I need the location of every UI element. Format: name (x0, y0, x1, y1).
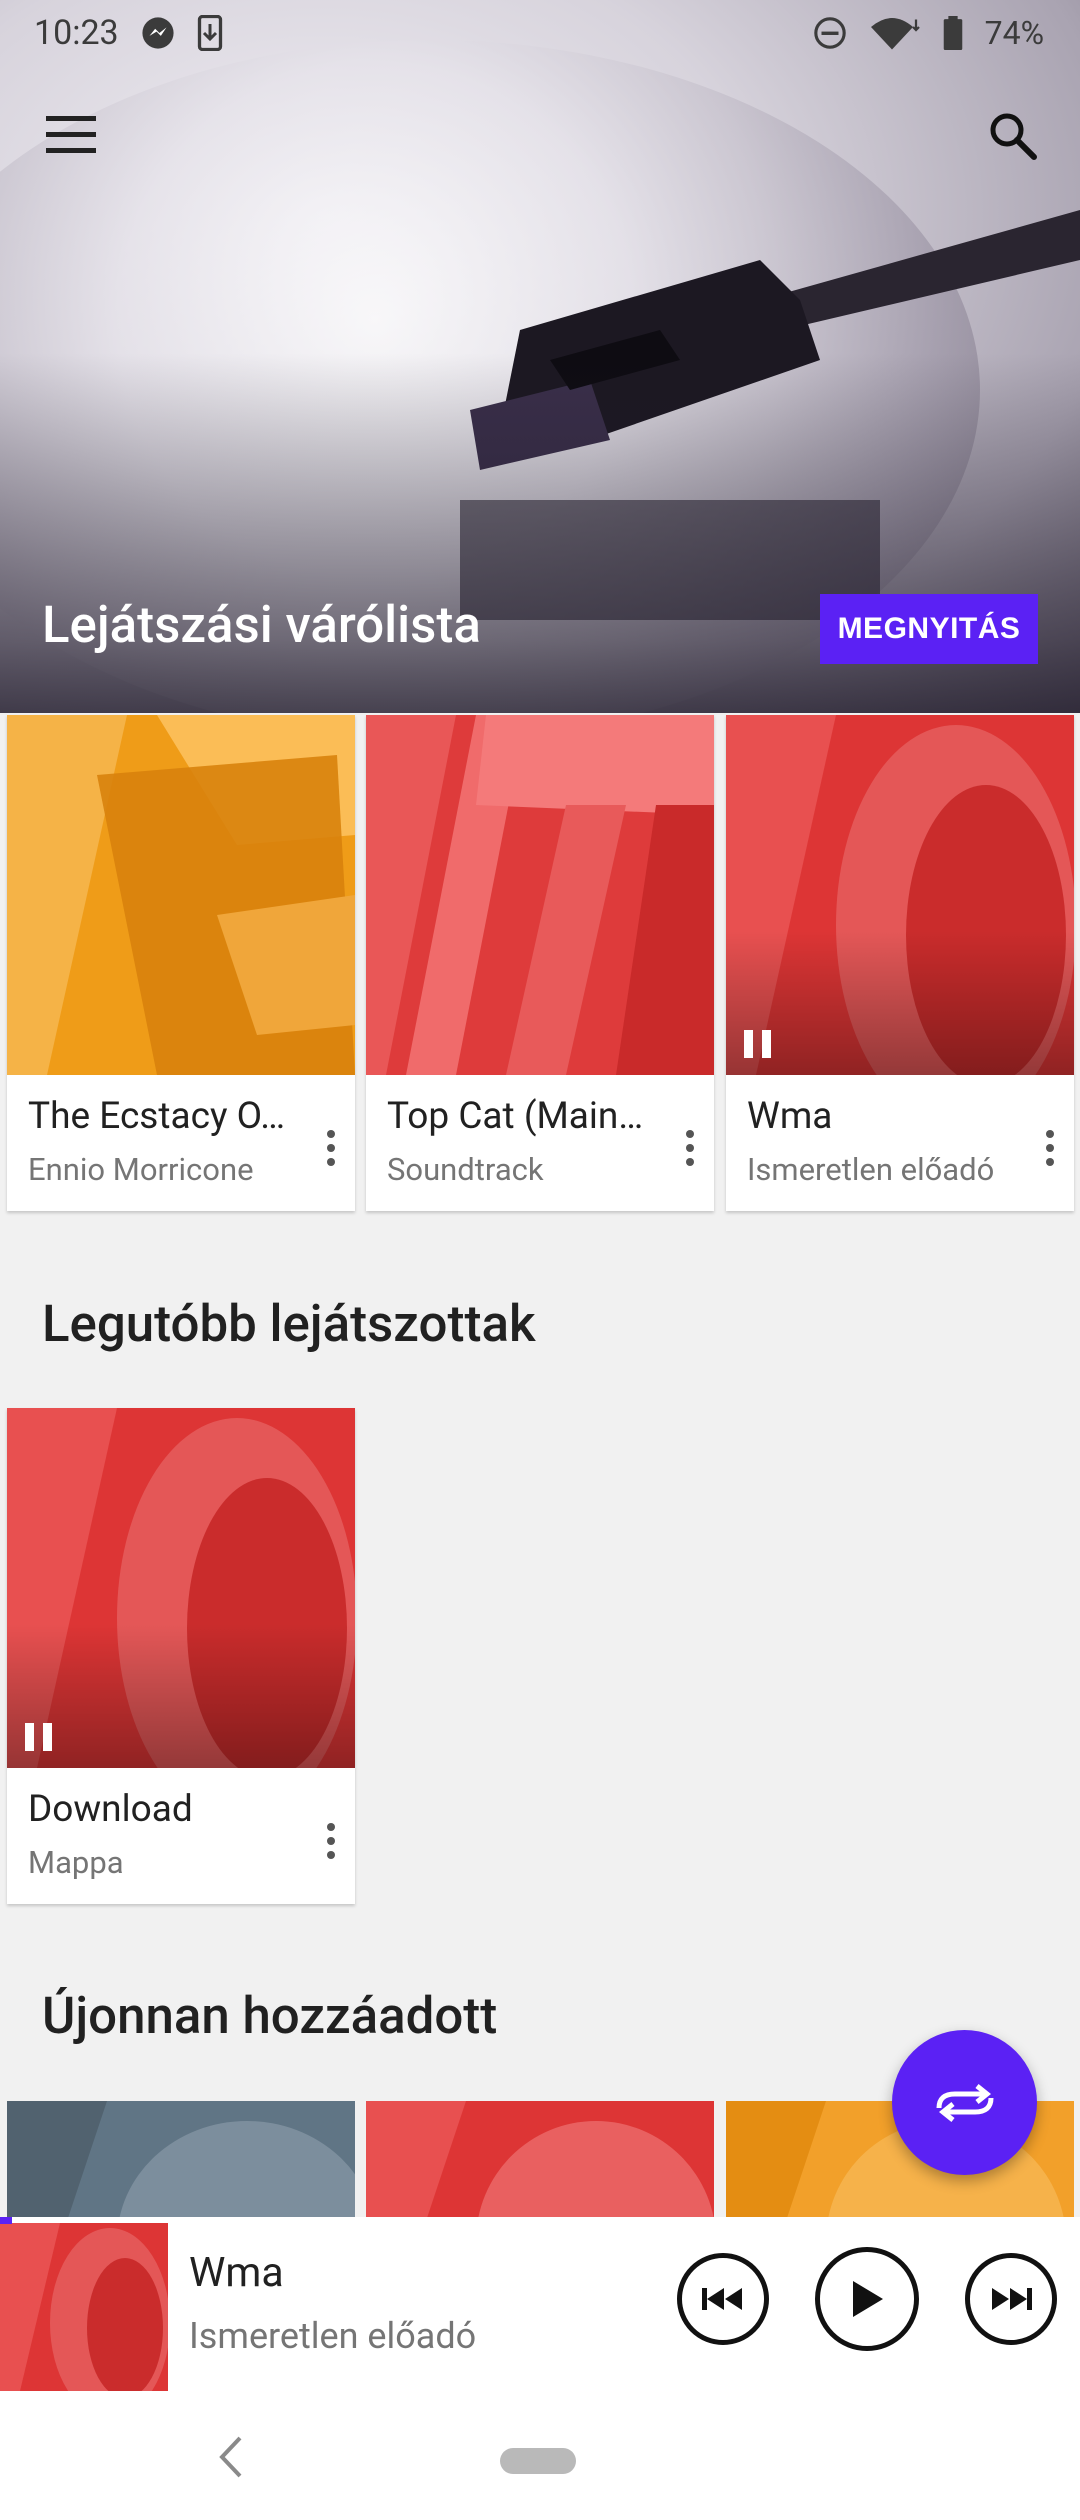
queue-card-1[interactable]: The Ecstacy O… Ennio Morricone (7, 715, 355, 1211)
card-title: Wma (747, 1095, 833, 1138)
battery-level: 74% (984, 14, 1044, 52)
card-subtitle: Ismeretlen előadó (747, 1151, 995, 1188)
pause-icon (744, 1030, 771, 1058)
shuffle-fab[interactable] (892, 2030, 1037, 2175)
play-icon (853, 2281, 883, 2317)
battery-icon (943, 16, 962, 50)
more-vert-icon[interactable] (1030, 1120, 1070, 1180)
dnd-icon (813, 17, 846, 49)
play-button[interactable] (815, 2247, 919, 2351)
back-icon[interactable] (212, 2432, 252, 2482)
album-art (7, 2101, 355, 2221)
status-time: 10:23 (34, 13, 119, 53)
recent-card[interactable]: Download Mappa (7, 1408, 355, 1904)
more-vert-icon[interactable] (311, 1813, 351, 1873)
recent-section-title: Legutóbb lejátszottak (42, 1295, 536, 1354)
skip-previous-icon (702, 2288, 742, 2310)
album-art (366, 2101, 714, 2221)
hero-title: Lejátszási várólista (42, 596, 481, 655)
album-art (366, 715, 714, 1075)
playback-progress (0, 2217, 12, 2224)
queue-card-2[interactable]: Top Cat (Main… Soundtrack (366, 715, 714, 1211)
new-card-1[interactable] (7, 2101, 355, 2221)
mini-player[interactable]: Wma Ismeretlen előadó (0, 2217, 1080, 2392)
download-status-icon (197, 15, 222, 51)
status-bar: 10:23 74% (0, 0, 1080, 66)
new-card-2[interactable] (366, 2101, 714, 2221)
status-right: 74% (813, 14, 1044, 52)
player-artist: Ismeretlen előadó (189, 2315, 477, 2357)
search-icon[interactable] (985, 108, 1041, 164)
card-subtitle: Mappa (28, 1844, 124, 1881)
skip-next-icon (992, 2288, 1032, 2310)
new-added-section-title: Újonnan hozzáadott (42, 1987, 498, 2046)
album-art (7, 1408, 355, 1768)
card-title: Download (28, 1788, 193, 1831)
shuffle-icon (936, 2083, 993, 2122)
player-song-title: Wma (189, 2249, 284, 2297)
home-pill[interactable] (500, 2448, 576, 2474)
messenger-icon (142, 17, 174, 49)
card-subtitle: Ennio Morricone (28, 1151, 254, 1188)
more-vert-icon[interactable] (670, 1120, 710, 1180)
pause-icon (25, 1723, 52, 1751)
card-title: The Ecstacy O… (28, 1095, 286, 1138)
system-nav-bar (0, 2392, 1080, 2520)
status-left: 10:23 (34, 13, 223, 53)
player-album-art (0, 2223, 168, 2391)
skip-previous-button[interactable] (677, 2253, 769, 2345)
card-title: Top Cat (Main… (387, 1095, 644, 1138)
more-vert-icon[interactable] (311, 1120, 351, 1180)
album-art (726, 715, 1074, 1075)
card-subtitle: Soundtrack (387, 1151, 544, 1188)
queue-card-3[interactable]: Wma Ismeretlen előadó (726, 715, 1074, 1211)
open-queue-button[interactable]: MEGNYITÁS (820, 594, 1038, 664)
album-art (7, 715, 355, 1075)
app-bar (0, 90, 1080, 180)
wifi-icon (870, 18, 920, 50)
menu-icon[interactable] (40, 110, 100, 160)
skip-next-button[interactable] (965, 2253, 1057, 2345)
